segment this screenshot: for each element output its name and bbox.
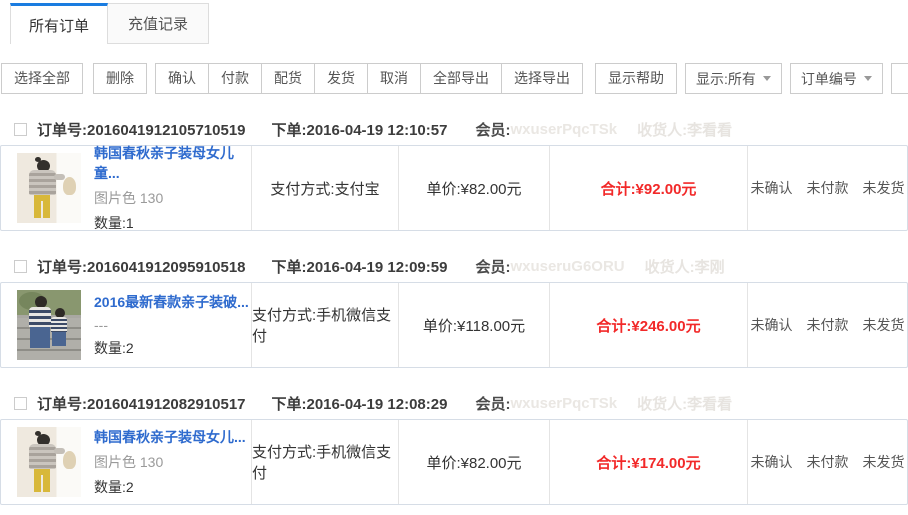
- display-filter-dropdown[interactable]: 显示:所有: [685, 63, 782, 94]
- order-placed-time: 下单:2016-04-19 12:10:57: [272, 119, 448, 140]
- order-number: 订单号:2016041912082910517: [37, 393, 246, 414]
- member-label: 会员:: [475, 256, 510, 277]
- receiver-name: 收货人:李看看: [637, 393, 732, 414]
- toolbar: 选择全部 删除 确认 付款 配货 发货 取消 全部导出 选择导出 显示帮助 显示…: [0, 63, 908, 94]
- order-card: 韩国春秋亲子装母女儿... 图片色 130 数量:2 支付方式:手机微信支付 单…: [0, 419, 908, 505]
- member-label: 会员:: [475, 393, 510, 414]
- status-unconfirmed: 未确认: [751, 315, 793, 335]
- payment-method: 支付方式:手机微信支付: [251, 283, 398, 367]
- export-selected-button[interactable]: 选择导出: [502, 63, 583, 94]
- status-unpaid: 未付款: [807, 452, 849, 472]
- order-section: 订单号:2016041912105710519 下单:2016-04-19 12…: [0, 114, 908, 231]
- product-title-link[interactable]: 2016最新春款亲子装破...: [94, 292, 249, 312]
- order-number: 订单号:2016041912105710519: [37, 119, 246, 140]
- unit-price: 单价:¥82.00元: [398, 420, 549, 504]
- product-variant: 图片色 130: [94, 188, 251, 208]
- order-card: 韩国春秋亲子装母女儿童... 图片色 130 数量:1 支付方式:支付宝 单价:…: [0, 145, 908, 231]
- member-name: wxuserPqcTSk: [510, 121, 617, 138]
- payment-method: 支付方式:支付宝: [251, 146, 398, 230]
- status-cell: 未确认 未付款 未发货: [747, 420, 907, 504]
- order-header: 订单号:2016041912082910517 下单:2016-04-19 12…: [0, 388, 908, 419]
- order-action-group: 确认 付款 配货 发货 取消 全部导出 选择导出: [155, 63, 583, 94]
- order-checkbox[interactable]: [14, 123, 27, 136]
- select-all-button[interactable]: 选择全部: [1, 63, 83, 94]
- ship-button[interactable]: 发货: [315, 63, 368, 94]
- delete-button[interactable]: 删除: [93, 63, 147, 94]
- status-cell: 未确认 未付款 未发货: [747, 283, 907, 367]
- product-variant: ---: [94, 317, 249, 333]
- order-total: 合计:¥246.00元: [549, 283, 747, 367]
- order-card: 2016最新春款亲子装破... --- 数量:2 支付方式:手机微信支付 单价:…: [0, 282, 908, 368]
- payment-method: 支付方式:手机微信支付: [251, 420, 398, 504]
- unit-price: 单价:¥82.00元: [398, 146, 549, 230]
- tab-recharge-records[interactable]: 充值记录: [108, 3, 209, 44]
- member-label: 会员:: [475, 119, 510, 140]
- allocate-button[interactable]: 配货: [262, 63, 315, 94]
- order-section: 订单号:2016041912095910518 下单:2016-04-19 12…: [0, 251, 908, 368]
- export-all-button[interactable]: 全部导出: [421, 63, 502, 94]
- product-cell: 韩国春秋亲子装母女儿童... 图片色 130 数量:1: [1, 146, 251, 230]
- product-quantity: 数量:2: [94, 477, 246, 497]
- caret-down-icon: [864, 76, 872, 81]
- product-variant: 图片色 130: [94, 452, 246, 472]
- display-filter-label: 显示:所有: [696, 69, 756, 89]
- order-placed-time: 下单:2016-04-19 12:09:59: [272, 256, 448, 277]
- status-unconfirmed: 未确认: [751, 452, 793, 472]
- order-checkbox[interactable]: [14, 260, 27, 273]
- confirm-button[interactable]: 确认: [155, 63, 209, 94]
- show-help-button[interactable]: 显示帮助: [595, 63, 677, 94]
- status-unshipped: 未发货: [863, 315, 905, 335]
- product-thumbnail[interactable]: [17, 153, 81, 223]
- status-unshipped: 未发货: [863, 452, 905, 472]
- product-thumbnail[interactable]: [17, 290, 81, 360]
- search-field-dropdown[interactable]: 订单编号: [790, 63, 883, 94]
- status-cell: 未确认 未付款 未发货: [747, 146, 907, 230]
- product-cell: 2016最新春款亲子装破... --- 数量:2: [1, 283, 251, 367]
- product-quantity: 数量:1: [94, 213, 251, 233]
- pay-button[interactable]: 付款: [209, 63, 262, 94]
- order-search-input[interactable]: [891, 63, 908, 94]
- receiver-name: 收货人:李看看: [637, 119, 732, 140]
- status-unshipped: 未发货: [863, 178, 905, 198]
- status-unpaid: 未付款: [807, 178, 849, 198]
- toolbar-right: 显示:所有 订单编号: [677, 63, 908, 94]
- status-unpaid: 未付款: [807, 315, 849, 335]
- product-info: 2016最新春款亲子装破... --- 数量:2: [94, 292, 249, 358]
- member-name: wxuserPqcTSk: [510, 395, 617, 412]
- unit-price: 单价:¥118.00元: [398, 283, 549, 367]
- status-unconfirmed: 未确认: [751, 178, 793, 198]
- tab-all-orders[interactable]: 所有订单: [10, 3, 108, 44]
- product-title-link[interactable]: 韩国春秋亲子装母女儿童...: [94, 143, 251, 183]
- order-number: 订单号:2016041912095910518: [37, 256, 246, 277]
- member-name: wxuseruG6ORU: [510, 258, 624, 275]
- search-field-label: 订单编号: [801, 69, 857, 89]
- order-section: 订单号:2016041912082910517 下单:2016-04-19 12…: [0, 388, 908, 505]
- order-total: 合计:¥92.00元: [549, 146, 747, 230]
- product-title-link[interactable]: 韩国春秋亲子装母女儿...: [94, 427, 246, 447]
- product-info: 韩国春秋亲子装母女儿童... 图片色 130 数量:1: [94, 143, 251, 233]
- product-thumbnail[interactable]: [17, 427, 81, 497]
- caret-down-icon: [763, 76, 771, 81]
- product-info: 韩国春秋亲子装母女儿... 图片色 130 数量:2: [94, 427, 246, 497]
- order-total: 合计:¥174.00元: [549, 420, 747, 504]
- tab-bar: 所有订单 充值记录: [0, 3, 908, 44]
- order-checkbox[interactable]: [14, 397, 27, 410]
- order-header: 订单号:2016041912105710519 下单:2016-04-19 12…: [0, 114, 908, 145]
- order-placed-time: 下单:2016-04-19 12:08:29: [272, 393, 448, 414]
- product-quantity: 数量:2: [94, 338, 249, 358]
- order-header: 订单号:2016041912095910518 下单:2016-04-19 12…: [0, 251, 908, 282]
- cancel-button[interactable]: 取消: [368, 63, 421, 94]
- product-cell: 韩国春秋亲子装母女儿... 图片色 130 数量:2: [1, 420, 251, 504]
- receiver-name: 收货人:李刚: [645, 256, 725, 277]
